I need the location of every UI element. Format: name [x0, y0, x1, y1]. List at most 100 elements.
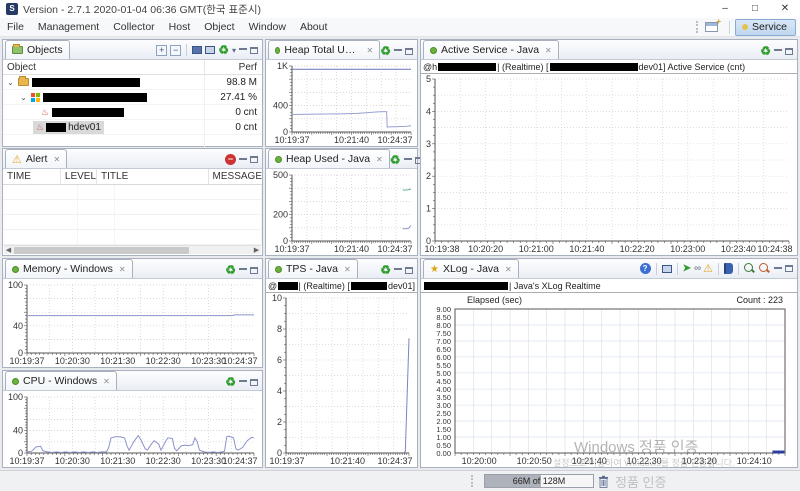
tab-heap-total[interactable]: Heap Total Usage - Java ✕: [268, 40, 381, 59]
refresh-icon[interactable]: ♻: [380, 45, 391, 57]
close-tab-icon[interactable]: ✕: [367, 46, 374, 55]
export-icon[interactable]: ➤: [683, 263, 691, 274]
minimize-window-button[interactable]: –: [710, 0, 740, 18]
close-tab-icon[interactable]: ✕: [119, 265, 126, 274]
tree-row-java-object-2[interactable]: ♨ hdev01 0 cnt: [3, 120, 262, 135]
menu-file[interactable]: File: [0, 19, 31, 35]
column-title[interactable]: TITLE: [97, 169, 209, 184]
svg-text:10:21:40: 10:21:40: [569, 244, 604, 254]
scrollbar-thumb[interactable]: [14, 247, 189, 254]
maximize-panel-icon[interactable]: [405, 47, 413, 55]
column-time[interactable]: TIME: [3, 169, 61, 184]
expand-all-icon[interactable]: +: [156, 44, 168, 56]
menu-object[interactable]: Object: [197, 19, 241, 35]
tab-cpu-windows[interactable]: CPU - Windows ✕: [5, 371, 117, 390]
minimize-panel-icon[interactable]: [774, 48, 782, 51]
minimize-panel-icon[interactable]: [239, 47, 247, 50]
link-filter-icon[interactable]: ∞: [694, 263, 701, 274]
tab-heap-used[interactable]: Heap Used - Java ✕: [268, 149, 390, 168]
menu-management[interactable]: Management: [31, 19, 106, 35]
clear-alerts-icon[interactable]: −: [225, 154, 236, 165]
refresh-icon[interactable]: ♻: [390, 154, 401, 166]
refresh-icon[interactable]: ♻: [218, 44, 229, 56]
toolbar-separator: [728, 20, 730, 34]
svg-text:100: 100: [8, 392, 23, 402]
maximize-window-button[interactable]: □: [740, 0, 770, 18]
menu-window[interactable]: Window: [242, 19, 293, 35]
tab-objects[interactable]: Objects: [5, 40, 70, 59]
tab-alert[interactable]: ⚠ Alert ✕: [5, 149, 68, 168]
svg-text:10:20:00: 10:20:00: [462, 456, 497, 466]
zoom-in-icon[interactable]: [744, 262, 756, 275]
tree-expander-icon[interactable]: ⌄: [6, 78, 15, 87]
close-tab-icon[interactable]: ✕: [103, 377, 110, 386]
maximize-panel-icon[interactable]: [250, 266, 258, 274]
refresh-icon[interactable]: ♻: [225, 264, 236, 276]
garbage-collect-icon[interactable]: [598, 475, 609, 488]
svg-text:10:23:30: 10:23:30: [191, 456, 226, 466]
horizontal-scrollbar[interactable]: ◀ ▶: [4, 245, 261, 254]
xlog-chart[interactable]: 9.00 8.50 8.00 7.50 7.00 6.50 6.00 5.50 5.00 4.50…: [421, 293, 797, 467]
menu-about[interactable]: About: [293, 19, 334, 35]
close-tab-icon[interactable]: ✕: [545, 46, 552, 55]
maximize-panel-icon[interactable]: [250, 156, 258, 163]
service-perspective-button[interactable]: Service: [734, 18, 796, 36]
profile-list-icon[interactable]: [724, 263, 733, 274]
refresh-icon[interactable]: ♻: [380, 264, 391, 276]
alert-tab-label: Alert: [25, 153, 48, 165]
column-object[interactable]: Object: [3, 60, 205, 74]
close-tab-icon[interactable]: ✕: [53, 155, 60, 164]
column-message[interactable]: MESSAGE: [209, 169, 262, 184]
column-level[interactable]: LEVEL: [61, 169, 98, 184]
zoom-out-icon[interactable]: [759, 262, 771, 275]
refresh-icon[interactable]: ♻: [225, 376, 236, 388]
close-tab-icon[interactable]: ✕: [505, 265, 512, 274]
tab-xlog[interactable]: ★ XLog - Java ✕: [423, 259, 519, 278]
svg-text:10:21:30: 10:21:30: [100, 356, 135, 366]
close-tab-icon[interactable]: ✕: [376, 155, 383, 164]
tree-row-server[interactable]: ⌄ 98.8 M: [3, 75, 262, 90]
redacted-object-prefix: [46, 122, 67, 132]
column-perf[interactable]: Perf: [205, 60, 262, 74]
help-icon[interactable]: ?: [639, 263, 651, 274]
maximize-panel-icon[interactable]: [250, 46, 258, 54]
add-object-view-icon[interactable]: [205, 46, 216, 54]
alert-row-empty: [3, 200, 262, 215]
menu-host[interactable]: Host: [162, 19, 198, 35]
view-menu-icon[interactable]: ▾: [232, 46, 236, 55]
error-filter-icon[interactable]: ⚠: [703, 262, 713, 275]
scroll-left-icon[interactable]: ◀: [4, 246, 13, 255]
perf-value: 0 cnt: [235, 106, 257, 118]
svg-text:10:23:30: 10:23:30: [191, 356, 226, 366]
svg-text:10:22:30: 10:22:30: [146, 456, 181, 466]
collapse-all-icon[interactable]: −: [170, 44, 182, 56]
tree-row-java-object-1[interactable]: ♨ 0 cnt: [3, 105, 262, 120]
minimize-panel-icon[interactable]: [403, 157, 412, 160]
menu-collector[interactable]: Collector: [106, 19, 161, 35]
maximize-panel-icon[interactable]: [405, 266, 413, 274]
maximize-panel-icon[interactable]: [250, 378, 258, 386]
minimize-panel-icon[interactable]: [774, 266, 782, 269]
refresh-icon[interactable]: ♻: [760, 45, 771, 57]
tree-row-host[interactable]: ⌄ 27.41 %: [3, 90, 262, 105]
tab-active-service[interactable]: Active Service - Java ✕: [423, 40, 559, 59]
scroll-right-icon[interactable]: ▶: [252, 246, 261, 255]
heap-memory-gauge[interactable]: 66M of 128M: [484, 474, 594, 488]
tab-memory-windows[interactable]: Memory - Windows ✕: [5, 259, 133, 278]
active-service-tab-label: Active Service - Java: [441, 44, 540, 56]
svg-text:10:19:37: 10:19:37: [274, 244, 309, 254]
minimize-panel-icon[interactable]: [239, 157, 247, 160]
tree-expander-icon[interactable]: ⌄: [19, 93, 28, 102]
view-settings-icon[interactable]: [661, 264, 672, 273]
minimize-panel-icon[interactable]: [394, 48, 402, 51]
tab-tps[interactable]: TPS - Java ✕: [268, 259, 358, 278]
maximize-panel-icon[interactable]: [785, 265, 793, 272]
close-tab-icon[interactable]: ✕: [344, 265, 351, 274]
object-view-icon[interactable]: [192, 46, 203, 54]
minimize-panel-icon[interactable]: [394, 267, 402, 270]
open-perspective-icon[interactable]: [704, 17, 721, 32]
minimize-panel-icon[interactable]: [239, 379, 247, 382]
minimize-panel-icon[interactable]: [239, 267, 247, 270]
maximize-panel-icon[interactable]: [785, 47, 793, 55]
close-window-button[interactable]: ✕: [770, 0, 800, 18]
